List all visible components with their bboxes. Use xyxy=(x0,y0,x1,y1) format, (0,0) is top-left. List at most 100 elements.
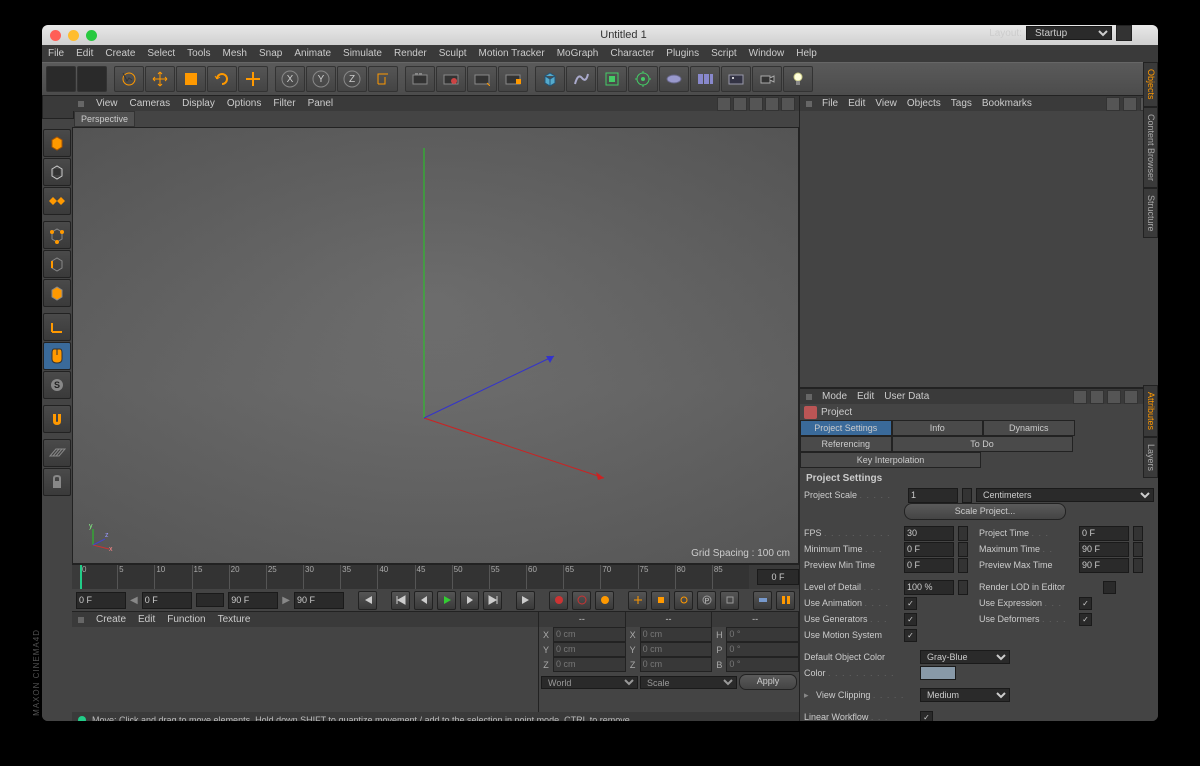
coord-size-field[interactable]: 0 cm xyxy=(640,642,713,657)
obj-menu-objects[interactable]: Objects xyxy=(907,98,941,109)
x-axis-lock[interactable]: X xyxy=(275,66,305,92)
deformer[interactable] xyxy=(690,66,720,92)
side-tab-content-browser[interactable]: Content Browser xyxy=(1143,107,1158,188)
goto-start-button[interactable] xyxy=(358,591,377,610)
texture-tool[interactable] xyxy=(43,187,71,215)
attr-menu-userdata[interactable]: User Data xyxy=(884,391,929,402)
view-menu-options[interactable]: Options xyxy=(227,98,261,109)
coord-pos-field[interactable]: 0 cm xyxy=(553,642,626,657)
move-tool[interactable] xyxy=(145,66,175,92)
coord-system[interactable] xyxy=(368,66,398,92)
tab-info[interactable]: Info xyxy=(892,420,984,436)
spinner-icon[interactable] xyxy=(962,488,972,503)
close-icon[interactable] xyxy=(50,30,61,41)
key-mode-button[interactable] xyxy=(753,591,772,610)
model-tool[interactable] xyxy=(43,158,71,186)
live-select-tool[interactable] xyxy=(114,66,144,92)
tab-todo[interactable]: To Do xyxy=(892,436,1073,452)
coord-world-select[interactable]: World xyxy=(541,676,638,689)
cube-primitive[interactable] xyxy=(535,66,565,92)
use-def-check[interactable]: ✓ xyxy=(1079,613,1092,626)
viewport-nav-4-icon[interactable] xyxy=(765,97,779,111)
use-motion-check[interactable]: ✓ xyxy=(904,629,917,642)
tab-key-interp[interactable]: Key Interpolation xyxy=(800,452,981,468)
make-editable-tool[interactable] xyxy=(43,129,71,157)
spinner-icon[interactable] xyxy=(958,542,968,557)
side-tab-structure[interactable]: Structure xyxy=(1143,188,1158,239)
menu-sculpt[interactable]: Sculpt xyxy=(439,48,467,59)
spline-primitive[interactable] xyxy=(566,66,596,92)
range-end2-field[interactable] xyxy=(294,592,344,609)
autokey-button[interactable] xyxy=(572,591,591,610)
attr-menu-mode[interactable]: Mode xyxy=(822,391,847,402)
mat-menu-function[interactable]: Function xyxy=(167,614,205,625)
coord-scale-select[interactable]: Scale xyxy=(640,676,737,689)
timeline-end-field[interactable]: 0 F xyxy=(757,569,799,585)
redo-button[interactable] xyxy=(77,66,107,92)
keyframe-button[interactable] xyxy=(595,591,614,610)
menu-tools[interactable]: Tools xyxy=(187,48,210,59)
mouse-tool[interactable] xyxy=(43,342,71,370)
render-settings-button[interactable] xyxy=(467,66,497,92)
last-tool[interactable] xyxy=(238,66,268,92)
coord-rot-field[interactable]: 0 ° xyxy=(726,642,799,657)
prev-frame-button[interactable] xyxy=(414,591,433,610)
lod-field[interactable] xyxy=(904,580,954,595)
timeline-ruler[interactable]: 051015202530354045505560657075808590 0 F xyxy=(72,564,799,589)
project-time-field[interactable] xyxy=(1079,526,1129,541)
menu-help[interactable]: Help xyxy=(796,48,817,59)
menu-motion-tracker[interactable]: Motion Tracker xyxy=(479,48,545,59)
rotate-tool[interactable] xyxy=(207,66,237,92)
color-swatch[interactable] xyxy=(920,666,956,680)
scale-tool[interactable] xyxy=(176,66,206,92)
attr-nav-icon[interactable] xyxy=(1073,390,1087,404)
viewport-nav-2-icon[interactable] xyxy=(733,97,747,111)
tab-project-settings[interactable]: Project Settings xyxy=(800,420,892,436)
obj-search-icon[interactable] xyxy=(1106,97,1120,111)
prev-min-field[interactable] xyxy=(904,558,954,573)
light-object[interactable] xyxy=(783,66,813,92)
grip-icon[interactable] xyxy=(78,617,84,623)
undo-button[interactable] xyxy=(46,66,76,92)
spinner-icon[interactable] xyxy=(1133,542,1143,557)
view-menu-filter[interactable]: Filter xyxy=(273,98,295,109)
coord-pos-field[interactable]: 0 cm xyxy=(553,657,626,672)
next-key-button[interactable] xyxy=(483,591,502,610)
toolbar-handle[interactable] xyxy=(42,95,74,119)
menu-animate[interactable]: Animate xyxy=(294,48,331,59)
lock-tool[interactable] xyxy=(43,468,71,496)
spinner-icon[interactable] xyxy=(1133,526,1143,541)
coord-pos-field[interactable]: 0 cm xyxy=(553,627,626,642)
axis-tool[interactable] xyxy=(43,313,71,341)
spinner-icon[interactable] xyxy=(958,580,968,595)
max-time-field[interactable] xyxy=(1079,542,1129,557)
range-start-field[interactable] xyxy=(76,592,126,609)
grip-icon[interactable] xyxy=(806,394,812,400)
material-list[interactable] xyxy=(72,627,538,712)
spinner-icon[interactable] xyxy=(958,526,968,541)
tab-referencing[interactable]: Referencing xyxy=(800,436,892,452)
snap-tool[interactable]: S xyxy=(43,371,71,399)
goto-end-button[interactable] xyxy=(516,591,535,610)
workplane-tool[interactable] xyxy=(43,439,71,467)
def-color-select[interactable]: Gray-Blue xyxy=(920,650,1010,664)
play-button[interactable] xyxy=(437,591,456,610)
minimize-icon[interactable] xyxy=(68,30,79,41)
extrude-generator[interactable] xyxy=(628,66,658,92)
grip-icon[interactable] xyxy=(806,101,812,107)
disclosure-icon[interactable]: ▸ xyxy=(804,690,812,701)
zoom-icon[interactable] xyxy=(86,30,97,41)
side-tab-layers[interactable]: Layers xyxy=(1143,437,1158,478)
menu-window[interactable]: Window xyxy=(749,48,785,59)
instance-generator[interactable] xyxy=(659,66,689,92)
play-options-button[interactable] xyxy=(776,591,795,610)
viewport-nav-1-icon[interactable] xyxy=(717,97,731,111)
menu-mograph[interactable]: MoGraph xyxy=(557,48,599,59)
scale-project-button[interactable]: Scale Project... xyxy=(904,503,1066,520)
menu-create[interactable]: Create xyxy=(105,48,135,59)
side-tab-attributes[interactable]: Attributes xyxy=(1143,385,1158,437)
menu-edit[interactable]: Edit xyxy=(76,48,93,59)
menu-mesh[interactable]: Mesh xyxy=(223,48,247,59)
side-tab-objects[interactable]: Objects xyxy=(1143,62,1158,107)
render-queue-button[interactable] xyxy=(498,66,528,92)
